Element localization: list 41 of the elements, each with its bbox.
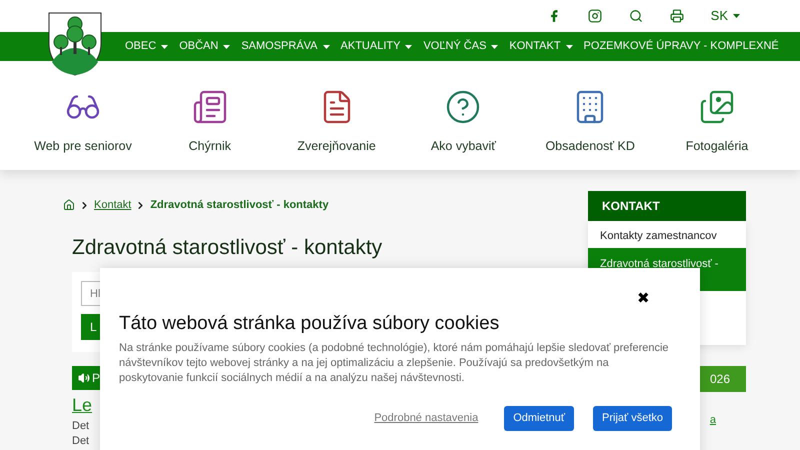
- close-button[interactable]: ✖: [637, 286, 650, 312]
- dialog-button[interactable]: Odmietnuť: [504, 406, 574, 431]
- breadcrumb-current: Zdravotná starostlivosť - kontakty: [150, 198, 329, 213]
- page-title: Zdravotná starostlivosť - kontakty: [72, 235, 384, 261]
- nav-item[interactable]: SAMOSPRÁVA: [241, 38, 330, 55]
- nav-item[interactable]: OBEC: [125, 38, 168, 55]
- nav-item[interactable]: POZEMKOVÉ ÚPRAVY - KOMPLEXNÉ: [584, 38, 779, 55]
- side-box-link[interactable]: a: [710, 412, 716, 428]
- audio-label: P: [92, 370, 100, 386]
- quick-link[interactable]: Zverejňovanie: [282, 89, 392, 156]
- speaker-icon: [78, 372, 90, 384]
- language-selector[interactable]: SK: [710, 6, 740, 26]
- coat-of-arms-logo[interactable]: [48, 12, 102, 76]
- quick-link[interactable]: Chýrnik: [154, 89, 265, 156]
- instagram-icon[interactable]: [588, 9, 602, 23]
- dialog-title: Táto webová stránka používa súbory cookies: [119, 312, 500, 336]
- caret-icon: [322, 44, 330, 48]
- nav-item[interactable]: OBČAN: [179, 38, 230, 55]
- home-icon[interactable]: [63, 199, 75, 211]
- settings-link[interactable]: Podrobné nastavenia: [374, 410, 478, 427]
- caret-icon: [405, 44, 412, 48]
- sidebar-title: KONTAKT: [588, 191, 746, 221]
- quick-link[interactable]: Web pre seniorov: [28, 89, 138, 156]
- quick-link[interactable]: Obsadenosť KD: [535, 89, 646, 156]
- breadcrumb-link[interactable]: Kontakt: [94, 196, 132, 214]
- nav-item[interactable]: KONTAKT: [509, 38, 573, 55]
- quick-link[interactable]: Ako vybaviť: [408, 89, 518, 156]
- caret-icon: [566, 44, 573, 48]
- nav-item[interactable]: AKTUALITY: [340, 38, 412, 55]
- caret-icon: [733, 14, 740, 18]
- article-text: Det: [72, 418, 90, 434]
- dialog-button[interactable]: Prijať všetko: [593, 406, 672, 431]
- nav-item[interactable]: VOĽNÝ ČAS: [423, 38, 498, 55]
- sidebar-item[interactable]: Kontakty zamestnancov: [588, 221, 746, 248]
- caret-icon: [491, 44, 498, 48]
- printer-icon[interactable]: [670, 9, 684, 23]
- caret-icon: [223, 44, 230, 48]
- article-text: Det: [72, 434, 90, 448]
- caret-icon: [161, 44, 168, 48]
- search-icon[interactable]: [628, 9, 643, 23]
- quick-link[interactable]: Fotogaléria: [662, 89, 772, 156]
